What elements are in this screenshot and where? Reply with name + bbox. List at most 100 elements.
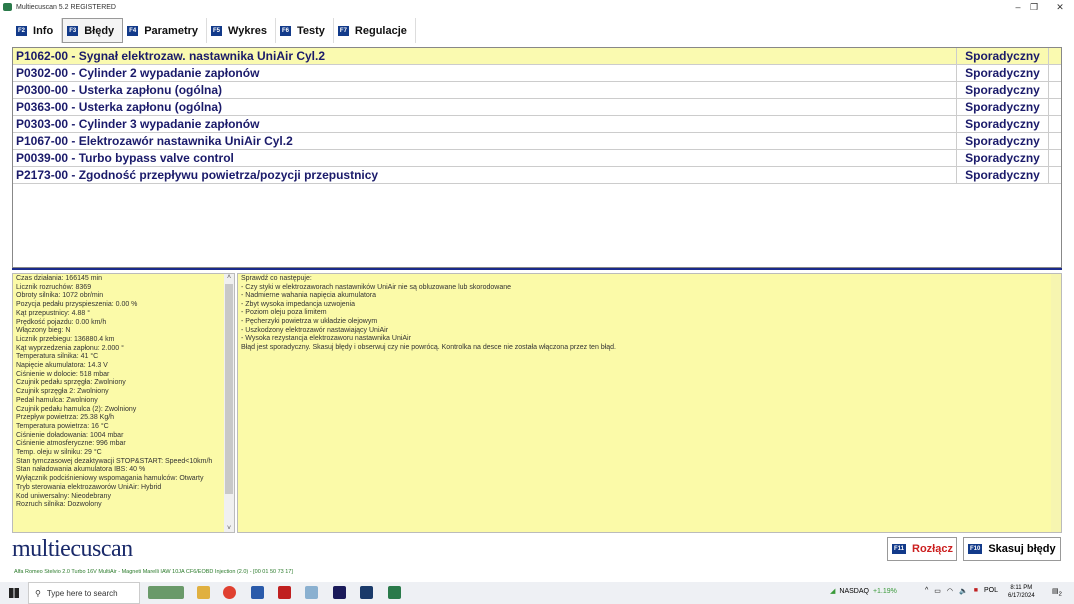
error-code: P0302-00 - Cylinder 2 wypadanie zapłonów	[13, 65, 957, 81]
parameter-line: Ciśnienie atmosferyczne: 996 mbar	[16, 440, 126, 448]
news-widget-icon[interactable]	[148, 586, 184, 599]
error-row[interactable]: P1062-00 - Sygnał elektrozaw. nastawnika…	[13, 48, 1061, 65]
key-badge: F6	[279, 25, 291, 36]
error-row[interactable]: P0300-00 - Usterka zapłonu (ogólna) Spora…	[13, 82, 1061, 99]
parameter-line: Kąt przepustnicy: 4.88 °	[16, 309, 91, 317]
error-status: Sporadyczny	[957, 167, 1049, 183]
error-row[interactable]: P0039-00 - Turbo bypass valve control Spo…	[13, 150, 1061, 167]
disconnect-button[interactable]: F11 Rozłącz	[887, 537, 957, 561]
error-status: Sporadyczny	[957, 150, 1049, 166]
chrome-icon[interactable]	[223, 586, 236, 599]
parameter-line: Ciśnienie doładowania: 1004 mbar	[16, 431, 124, 439]
error-status: Sporadyczny	[957, 82, 1049, 98]
error-code: P1067-00 - Elektrozawór nastawnika UniAi…	[13, 133, 957, 149]
key-badge: F3	[67, 25, 79, 36]
wifi-icon[interactable]: ◠	[947, 587, 953, 595]
description-line: Sprawdź co następuje:	[241, 275, 312, 282]
scrollbar[interactable]	[1051, 274, 1061, 532]
error-row[interactable]: P0302-00 - Cylinder 2 wypadanie zapłonów…	[13, 65, 1061, 82]
error-status: Sporadyczny	[957, 48, 1049, 64]
tab-błędy[interactable]: F3 Błędy	[62, 18, 124, 43]
language-indicator[interactable]: POL	[984, 587, 998, 595]
ticker-name: NASDAQ	[839, 587, 869, 595]
tab-label: Info	[33, 24, 54, 37]
date: 6/17/2024	[1008, 593, 1035, 599]
ticker-widget[interactable]: ◢ NASDAQ +1.19%	[830, 587, 897, 596]
premiere-icon[interactable]	[333, 586, 346, 599]
error-row[interactable]: P2173-00 - Zgodność przepływu powietrza/…	[13, 167, 1061, 184]
error-status: Sporadyczny	[957, 99, 1049, 115]
parameter-line: Włączony bieg: N	[16, 327, 71, 335]
error-row[interactable]: P1067-00 - Elektrozawór nastawnika UniAi…	[13, 133, 1061, 150]
description-line: - Pęcherzyki powietrza w układzie olejow…	[241, 317, 378, 325]
description-line: Błąd jest sporadyczny. Skasuj błędy i ob…	[241, 343, 616, 351]
disconnect-label: Rozłącz	[912, 543, 953, 555]
scroll-up-icon[interactable]: ˄	[224, 274, 234, 281]
description-line: - Poziom oleju poza limitem	[241, 309, 327, 317]
maximize-button[interactable]: ❐	[1020, 0, 1048, 14]
tab-wykres[interactable]: F5 Wykres	[207, 18, 276, 43]
parameter-line: Obroty silnika: 1072 obr/min	[16, 292, 104, 300]
chart-icon: ◢	[830, 588, 836, 595]
title-bar: Multiecuscan 5.2 REGISTERED	[0, 0, 1074, 14]
error-row[interactable]: P0363-00 - Usterka zapłonu (ogólna) Spora…	[13, 99, 1061, 116]
error-status: Sporadyczny	[957, 133, 1049, 149]
scrollbar[interactable]: ˄ ˅	[224, 274, 234, 532]
parameter-line: Rozruch silnika: Dozwolony	[16, 501, 102, 509]
tray-app-icon[interactable]: ■	[974, 587, 978, 595]
file-explorer-icon[interactable]	[197, 586, 210, 599]
parameter-line: Ciśnienie w dolocie: 518 mbar	[16, 370, 110, 378]
windows-start-icon[interactable]	[9, 588, 19, 598]
error-description-panel: Sprawdź co następuje: - Czy styki w elekt…	[237, 273, 1062, 533]
error-code: P1062-00 - Sygnał elektrozaw. nastawnika…	[13, 48, 957, 64]
key-badge: F7	[337, 25, 349, 36]
description-line: - Czy styki w elektrozaworach nastawnikó…	[241, 283, 512, 291]
parameter-line: Pedał hamulca: Zwolniony	[16, 396, 98, 404]
clock[interactable]: 8:11 PM 6/17/2024	[1008, 584, 1035, 600]
parameter-line: Napięcie akumulatora: 14.3 V	[16, 362, 108, 370]
divider	[12, 268, 1062, 270]
scroll-down-icon[interactable]: ˅	[224, 525, 234, 532]
key-badge: F2	[16, 25, 28, 36]
error-code: P0300-00 - Usterka zapłonu (ogólna)	[13, 82, 957, 98]
parameter-line: Temperatura powietrza: 16 °C	[16, 422, 109, 430]
parameter-line: Kod uniwersalny: Nieodebrany	[16, 492, 111, 500]
photoshop-icon[interactable]	[360, 586, 373, 599]
notifications-icon[interactable]: ▤2	[1052, 587, 1062, 597]
volume-icon[interactable]: 🔈	[959, 587, 968, 595]
tab-label: Błędy	[84, 24, 115, 37]
key-badge: F5	[211, 25, 223, 36]
description-line: - Nadmierne wahania napięcia akumulatora	[241, 292, 377, 300]
tab-bar: F2 Info F3 Błędy F4 Parametry F5 Wykres F6 Testy F…	[12, 18, 416, 43]
description-line: - Uszkodzony elektrozawór nastawiający U…	[241, 326, 389, 334]
error-row[interactable]: P0303-00 - Cylinder 3 wypadanie zapłonów…	[13, 116, 1061, 133]
tab-info[interactable]: F2 Info	[12, 18, 63, 43]
chevron-up-icon[interactable]: ^	[925, 587, 928, 595]
filezilla-icon[interactable]	[278, 586, 291, 599]
parameter-line: Licznik rozruchów: 8369	[16, 283, 92, 291]
parameter-line: Czujnik pedału sprzęgła: Zwolniony	[16, 379, 126, 387]
error-list: P1062-00 - Sygnał elektrozaw. nastawnika…	[12, 47, 1062, 268]
parameter-line: Tryb sterowania elektrozaworów UniAir: H…	[16, 483, 162, 491]
tab-testy[interactable]: F6 Testy	[276, 18, 334, 43]
parameter-line: Czujnik pedału hamulca (2): Zwolniony	[16, 405, 137, 413]
clear-errors-label: Skasuj błędy	[988, 543, 1056, 555]
taskbar-search[interactable]: ⚲ Type here to search	[28, 582, 140, 604]
parameter-line: Wyłącznik podciśnieniowy wspomagania ham…	[16, 475, 204, 483]
tab-parametry[interactable]: F4 Parametry	[123, 18, 208, 43]
description-line: - Wysoka rezystancja elektrozaworu nasta…	[241, 335, 411, 343]
clear-errors-button[interactable]: F10 Skasuj błędy	[963, 537, 1061, 561]
close-button[interactable]: ✕	[1046, 0, 1074, 14]
battery-icon[interactable]: ▭	[934, 587, 941, 595]
parameter-line: Licznik przebiegu: 136880.4 km	[16, 335, 115, 343]
word-icon[interactable]	[251, 586, 264, 599]
multiecuscan-taskbar-icon[interactable]	[388, 586, 401, 599]
parameter-line: Przepływ powietrza: 25.38 Kg/h	[16, 414, 115, 422]
parameter-line: Temperatura silnika: 41 °C	[16, 353, 99, 361]
tab-label: Wykres	[228, 24, 267, 37]
parameter-line: Czas działania: 166145 min	[16, 275, 102, 282]
app-icon[interactable]	[305, 586, 318, 599]
tab-regulacje[interactable]: F7 Regulacje	[334, 18, 416, 43]
time: 8:11 PM	[1010, 585, 1033, 591]
scroll-thumb[interactable]	[225, 284, 233, 494]
